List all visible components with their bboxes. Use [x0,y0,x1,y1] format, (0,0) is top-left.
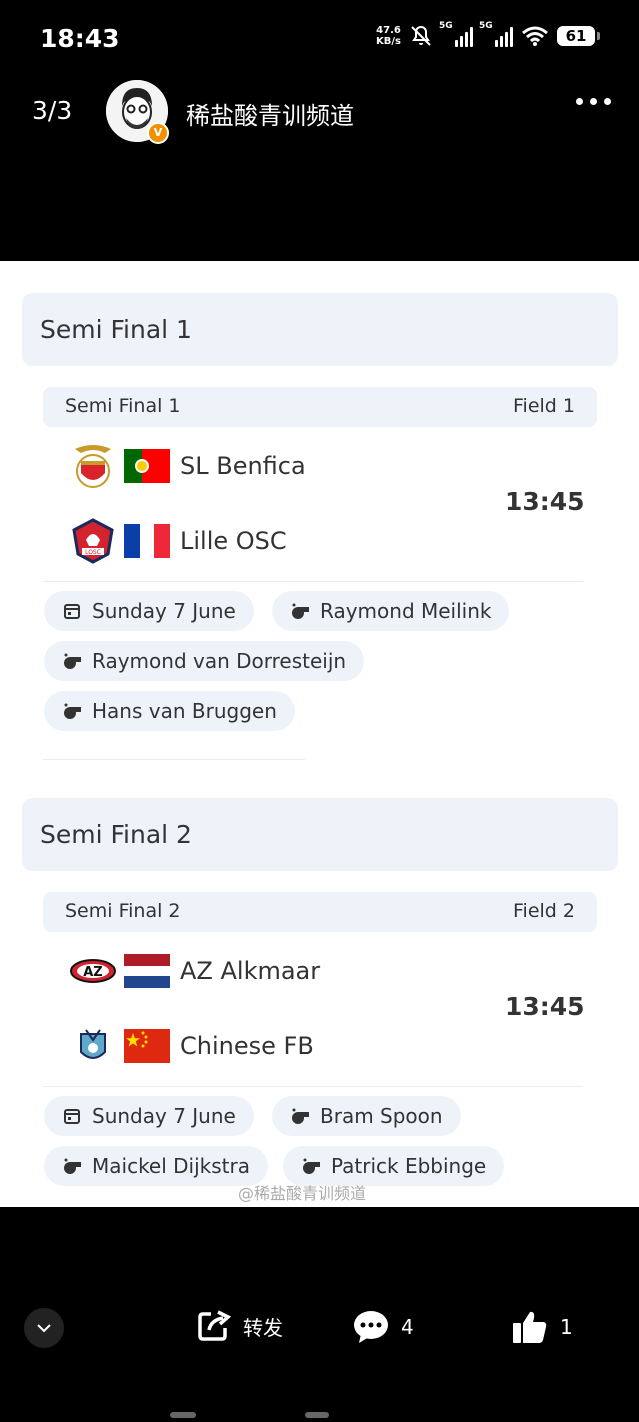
collapse-button[interactable] [24,1308,64,1348]
netherlands-flag [124,954,170,988]
official-name: Raymond van Dorresteijn [92,649,347,673]
chinese-fb-crest-icon [70,1023,116,1069]
whistle-icon [62,701,82,721]
wifi-icon [522,26,548,46]
post-image: Semi Final 1 Semi Final 1 Field 1 SL Ben… [0,261,639,1207]
verified-badge: V [147,122,169,144]
bottom-action-bar: 转发 4 1 [0,1290,639,1370]
field-label: Field 1 [513,395,575,417]
divider [43,759,305,760]
team-row: LOSC Lille OSC [70,517,287,565]
net-speed-value: 47.6 [376,25,401,36]
signal1-label: 5G [439,21,453,31]
section-title: Semi Final 1 [40,315,192,344]
signal-5g-icon: 5G [439,21,473,47]
china-flag [124,1029,170,1063]
match-bar: Semi Final 1 Field 1 [43,387,597,427]
official-name: Hans van Bruggen [92,699,277,723]
date-chip: Sunday 7 June [44,591,254,631]
section-title: Semi Final 2 [40,820,192,849]
match-label: Semi Final 1 [65,395,181,417]
team-name: SL Benfica [180,452,306,480]
team-row: AZ AZ Alkmaar [70,947,320,995]
status-icons: 47.6 KB/s 5G 5G 61 [376,21,600,48]
team-name: AZ Alkmaar [180,957,321,985]
watermark: @稀盐酸青训频道 [238,1184,367,1203]
team-row: Chinese FB [70,1022,314,1070]
calendar-icon [62,601,82,621]
date-chip: Sunday 7 June [44,1096,254,1136]
share-label: 转发 [243,1315,283,1340]
kickoff-time: 13:45 [505,487,585,516]
official-chip: Raymond van Dorresteijn [44,641,365,681]
comment-icon [354,1311,388,1343]
share-icon [198,1310,231,1341]
whistle-icon [290,1106,310,1126]
match-date: Sunday 7 June [92,1104,236,1128]
more-options-icon[interactable] [576,98,611,105]
battery-icon: 61 [557,26,600,46]
comment-button[interactable]: 4 [353,1310,414,1344]
net-speed-unit: KB/s [376,36,401,47]
benfica-crest-icon [70,443,116,489]
official-name: Raymond Meilink [320,599,492,623]
status-bar: 18:43 47.6 KB/s 5G 5G 61 [0,0,639,78]
like-count: 1 [560,1315,573,1339]
comment-count: 4 [401,1315,414,1339]
divider [43,581,583,582]
team-name: Chinese FB [180,1032,314,1060]
network-speed: 47.6 KB/s [376,25,401,47]
whistle-icon [301,1156,321,1176]
signal2-label: 5G [479,21,493,31]
official-chip: Hans van Bruggen [44,691,295,731]
chevron-down-icon [37,1324,51,1333]
official-name: Maickel Dijkstra [92,1154,250,1178]
field-label: Field 2 [513,900,575,922]
svg-text:LOSC: LOSC [85,549,101,556]
signal-5g-icon: 5G [479,21,513,47]
whistle-icon [62,1156,82,1176]
official-name: Bram Spoon [320,1104,443,1128]
thumbs-up-icon [513,1311,547,1343]
share-button[interactable]: 转发 [197,1310,283,1342]
lille-crest-icon: LOSC [70,518,116,564]
svg-text:AZ: AZ [83,965,103,980]
official-name: Patrick Ebbinge [331,1154,487,1178]
divider [43,1086,583,1087]
official-chip: Bram Spoon [272,1096,461,1136]
team-name: Lille OSC [180,527,287,555]
kickoff-time: 13:45 [505,992,585,1021]
like-button[interactable]: 1 [512,1310,573,1344]
viewer-header: 3/3 V 稀盐酸青训频道 [0,78,639,148]
match-label: Semi Final 2 [65,900,181,922]
portugal-flag [124,449,170,483]
nav-home-indicator[interactable] [305,1412,329,1418]
official-chip: Maickel Dijkstra [44,1146,268,1186]
france-flag [124,524,170,558]
section-header: Semi Final 1 [22,293,618,366]
whistle-icon [290,601,310,621]
page-counter: 3/3 [32,96,73,125]
match-date: Sunday 7 June [92,599,236,623]
match-bar: Semi Final 2 Field 2 [43,892,597,932]
nav-back-indicator[interactable] [170,1412,196,1418]
az-crest-icon: AZ [70,948,116,994]
section-header: Semi Final 2 [22,798,618,871]
mute-bell-icon [411,25,431,46]
official-chip: Raymond Meilink [272,591,510,631]
channel-name[interactable]: 稀盐酸青训频道 [186,96,354,131]
team-row: SL Benfica [70,442,306,490]
calendar-icon [62,1106,82,1126]
whistle-icon [62,651,82,671]
status-time: 18:43 [40,24,120,53]
